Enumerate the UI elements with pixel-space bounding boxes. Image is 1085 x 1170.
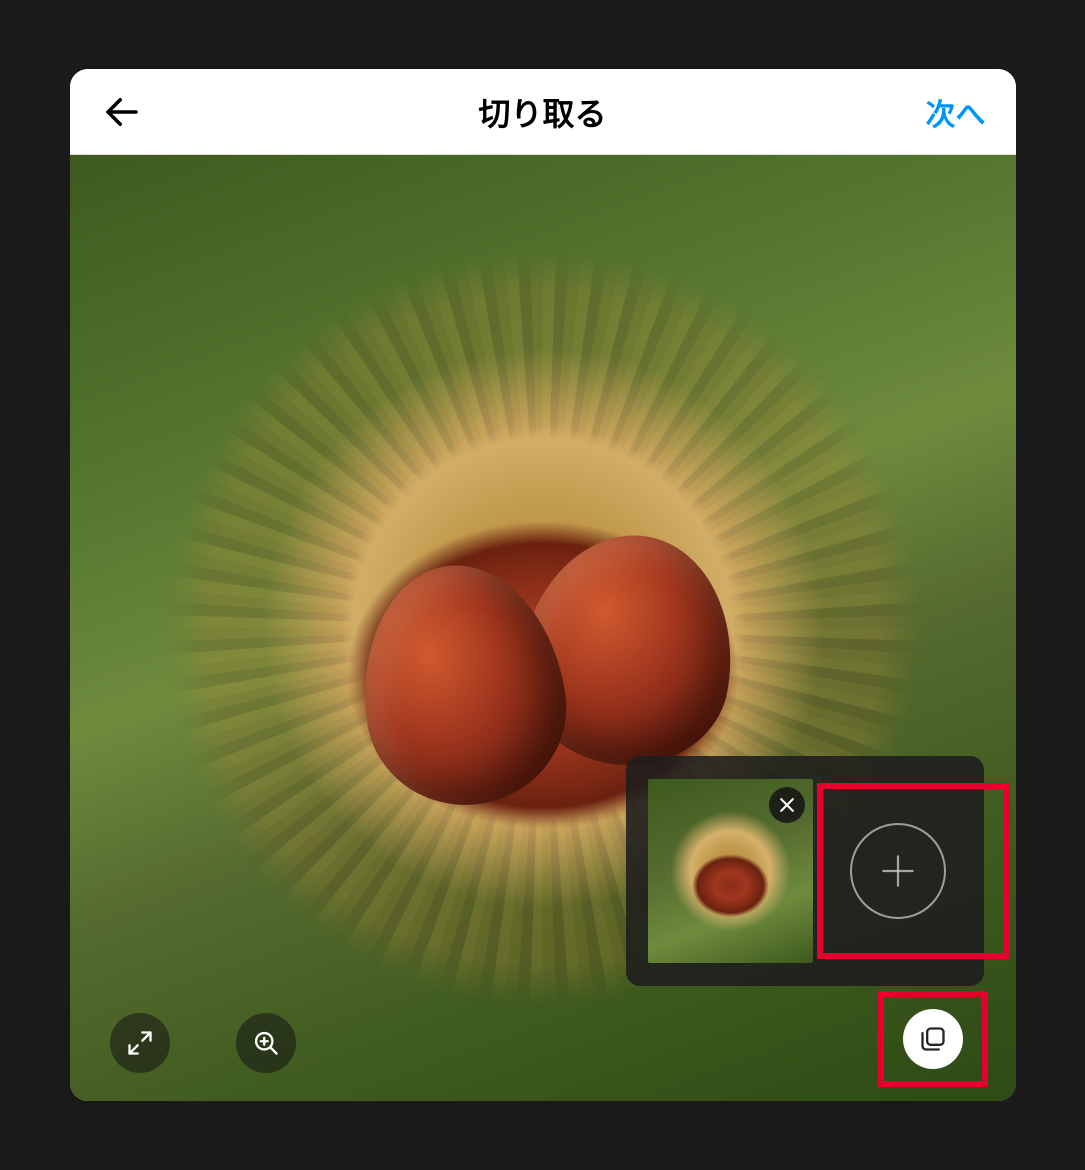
tutorial-highlight-add	[817, 783, 1009, 959]
zoom-in-icon	[252, 1029, 280, 1057]
next-button[interactable]: 次へ	[926, 90, 986, 134]
editor-header: 切り取る 次へ	[70, 69, 1016, 155]
multi-select-wrap	[878, 991, 988, 1087]
bottom-left-controls	[110, 1013, 296, 1073]
tutorial-highlight-multiselect	[878, 991, 988, 1087]
back-arrow-icon	[101, 91, 143, 133]
crop-canvas[interactable]	[70, 155, 1016, 1101]
zoom-button[interactable]	[236, 1013, 296, 1073]
close-icon	[777, 795, 797, 815]
selected-thumbnail[interactable]	[648, 779, 814, 963]
page-title: 切り取る	[478, 89, 606, 135]
add-slot	[835, 801, 961, 941]
expand-icon	[126, 1029, 154, 1057]
aspect-expand-button[interactable]	[110, 1013, 170, 1073]
back-button[interactable]	[100, 90, 144, 134]
crop-editor-card: 切り取る 次へ	[70, 69, 1016, 1101]
selection-tray	[626, 756, 984, 986]
